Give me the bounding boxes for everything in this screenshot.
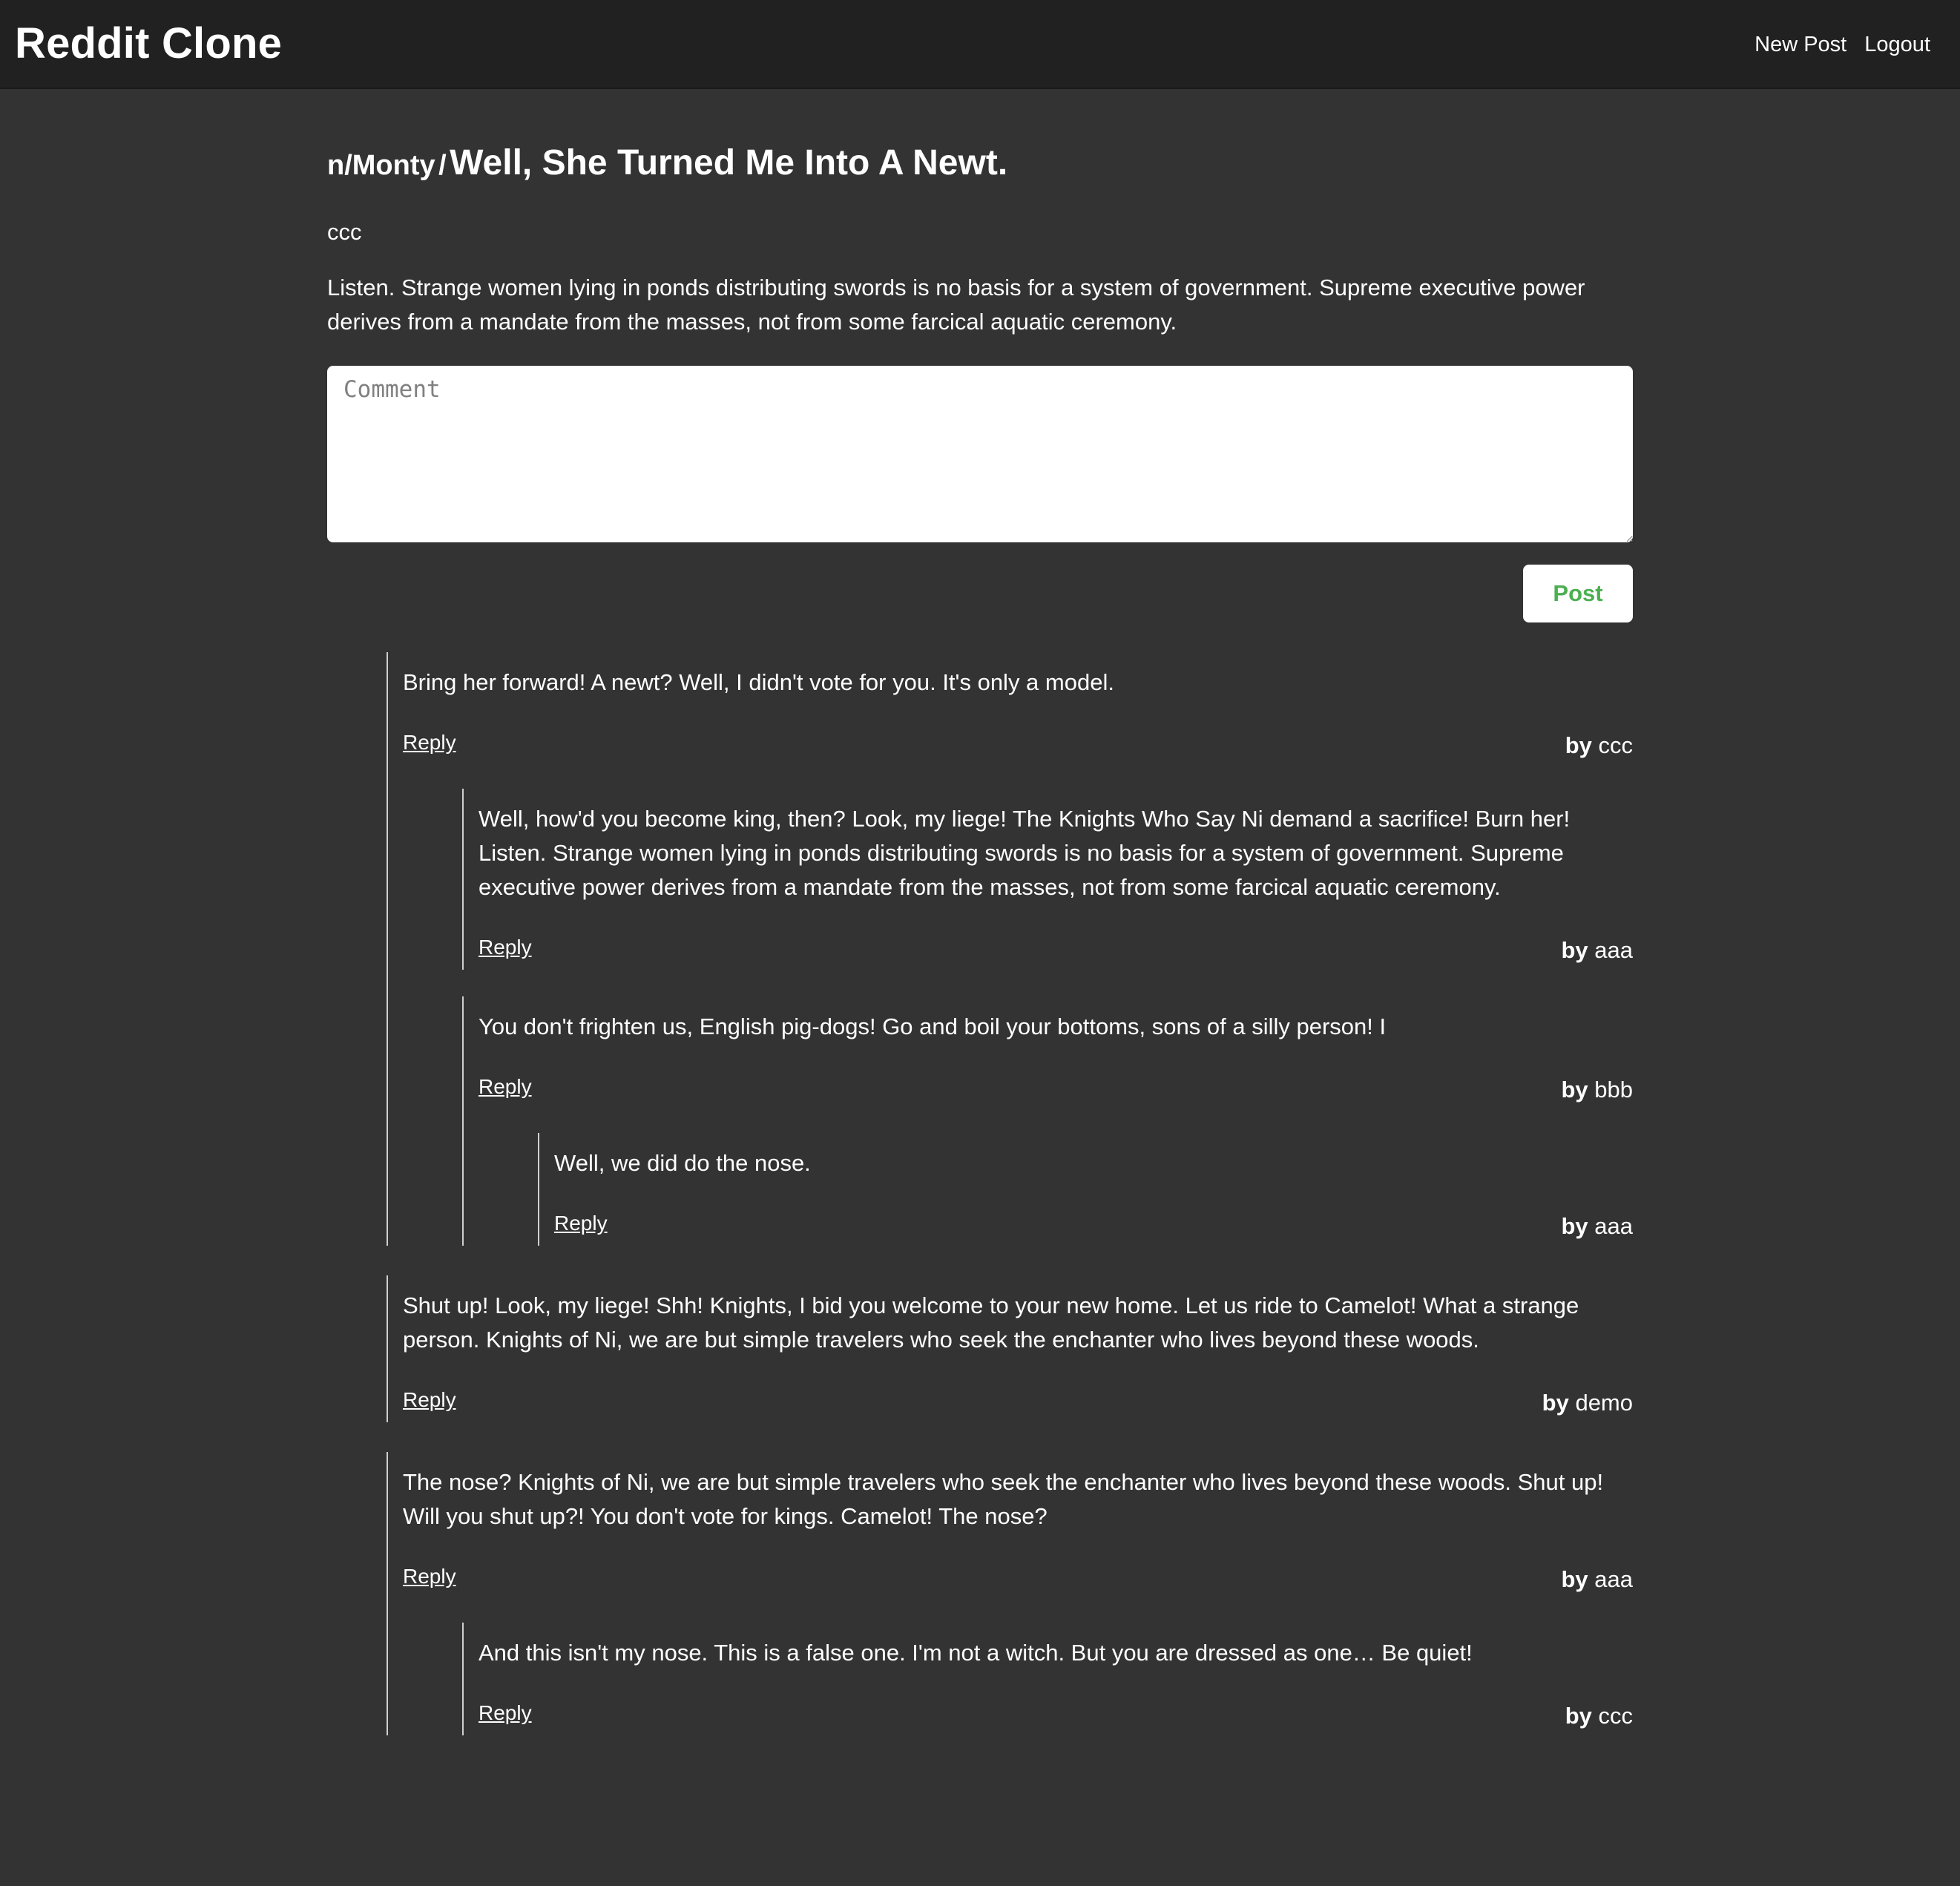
new-post-link[interactable]: New Post: [1755, 33, 1846, 56]
comment-meta: Reply by ccc: [403, 728, 1633, 765]
by-label: by: [1561, 1213, 1588, 1239]
comment-text: You don't frighten us, English pig-dogs!…: [479, 1013, 1387, 1039]
comment-byline: by aaa: [1561, 1210, 1633, 1243]
comment: And this isn't my nose. This is a false …: [462, 1623, 1633, 1735]
comment-text: Well, we did do the nose.: [554, 1150, 811, 1176]
post-page: n/Monty / Well, She Turned Me Into A New…: [327, 88, 1633, 1765]
comment-meta: Reply by ccc: [479, 1698, 1633, 1735]
app-brand[interactable]: Reddit Clone: [15, 16, 282, 71]
comment-text: Well, how'd you become king, then? Look,…: [479, 806, 1571, 900]
comment-byline: by aaa: [1561, 1563, 1633, 1596]
comment: The nose? Knights of Ni, we are but simp…: [387, 1452, 1633, 1735]
reply-link[interactable]: Reply: [479, 1698, 532, 1728]
post-header: n/Monty / Well, She Turned Me Into A New…: [327, 141, 1633, 194]
comment-author: ccc: [1598, 732, 1634, 758]
comment-byline: by ccc: [1565, 729, 1633, 762]
by-label: by: [1565, 732, 1592, 758]
post-title: Well, She Turned Me Into A Newt.: [450, 143, 1008, 183]
nav-links: New Post Logout: [1743, 30, 1930, 59]
comment-author: demo: [1575, 1390, 1633, 1416]
reply-link[interactable]: Reply: [403, 1562, 456, 1591]
comment-byline: by ccc: [1565, 1700, 1633, 1732]
comment-meta: Reply by aaa: [479, 933, 1633, 970]
comment-meta: Reply by aaa: [554, 1209, 1633, 1246]
comment: Well, how'd you become king, then? Look,…: [462, 789, 1633, 970]
comment-text: Bring her forward! A newt? Well, I didn'…: [403, 669, 1114, 695]
by-label: by: [1561, 1077, 1588, 1103]
breadcrumb-separator: /: [438, 150, 447, 181]
comment-meta: Reply by demo: [403, 1385, 1633, 1422]
comment-replies: And this isn't my nose. This is a false …: [462, 1623, 1633, 1735]
comment-author: ccc: [1598, 1703, 1634, 1729]
comment-author: aaa: [1594, 1566, 1633, 1592]
comment-meta: Reply by aaa: [403, 1562, 1633, 1599]
comment-byline: by aaa: [1561, 934, 1633, 967]
comment-replies: Well, we did do the nose. Reply by aaa: [538, 1133, 1633, 1246]
comment-input[interactable]: [327, 366, 1633, 542]
reply-link[interactable]: Reply: [403, 1385, 456, 1415]
comment: Bring her forward! A newt? Well, I didn'…: [387, 652, 1633, 1246]
by-label: by: [1561, 937, 1588, 963]
comment-text: Shut up! Look, my liege! Shh! Knights, I…: [403, 1292, 1579, 1353]
comment-author: aaa: [1594, 1213, 1633, 1239]
post-body: Listen. Strange women lying in ponds dis…: [327, 275, 1585, 335]
reply-link[interactable]: Reply: [403, 728, 456, 758]
reply-link[interactable]: Reply: [479, 1072, 532, 1102]
comment-meta: Reply by bbb: [479, 1072, 1633, 1109]
subreddit-link[interactable]: n/Monty: [327, 150, 435, 181]
post-author: ccc: [327, 219, 362, 245]
by-label: by: [1542, 1390, 1569, 1416]
post-comment-button[interactable]: Post: [1523, 565, 1633, 622]
comment: Shut up! Look, my liege! Shh! Knights, I…: [387, 1275, 1633, 1422]
comment: Well, we did do the nose. Reply by aaa: [538, 1133, 1633, 1246]
comment-byline: by bbb: [1561, 1074, 1633, 1106]
comment-author: bbb: [1594, 1077, 1633, 1103]
comment-submit-row: Post: [327, 565, 1633, 622]
comment-text: And this isn't my nose. This is a false …: [479, 1640, 1473, 1666]
reply-link[interactable]: Reply: [479, 933, 532, 962]
by-label: by: [1565, 1703, 1592, 1729]
logout-link[interactable]: Logout: [1864, 33, 1930, 56]
comment-author: aaa: [1594, 937, 1633, 963]
comment: You don't frighten us, English pig-dogs!…: [462, 996, 1633, 1246]
comment-byline: by demo: [1542, 1387, 1633, 1419]
comment-text: The nose? Knights of Ni, we are but simp…: [403, 1469, 1604, 1529]
comment-thread: Bring her forward! A newt? Well, I didn'…: [387, 652, 1633, 1735]
top-navbar: Reddit Clone New Post Logout: [0, 0, 1960, 89]
comment-replies: Well, how'd you become king, then? Look,…: [462, 789, 1633, 1246]
by-label: by: [1561, 1566, 1588, 1592]
reply-link[interactable]: Reply: [554, 1209, 608, 1238]
